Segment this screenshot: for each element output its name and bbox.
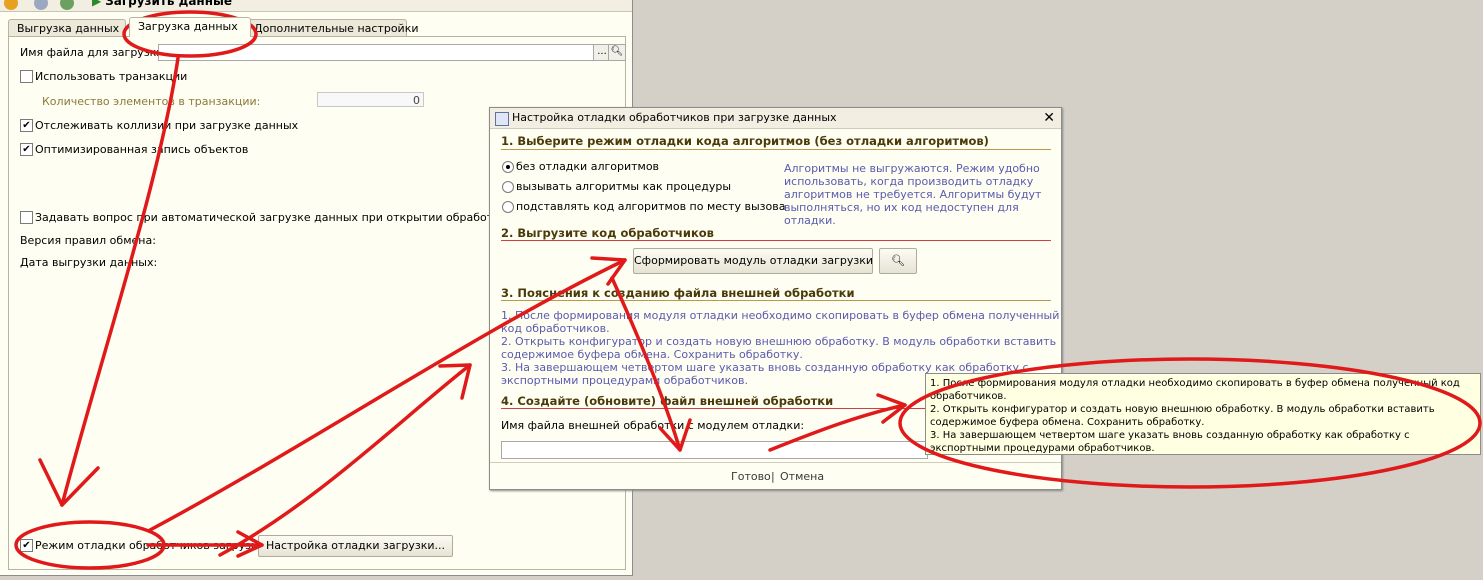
magnifier-icon: 🔍︎ (891, 254, 905, 267)
export-date-label: Дата выгрузки данных: (20, 256, 158, 269)
use-transactions-label: Использовать транзакции (35, 70, 188, 83)
use-transactions-checkbox[interactable] (20, 70, 33, 83)
help-icon[interactable] (4, 0, 18, 10)
tool-icon[interactable] (34, 0, 48, 10)
optimized-write-checkbox[interactable]: ✔ (20, 143, 33, 156)
items-in-transaction-label: Количество элементов в транзакции: (42, 95, 261, 108)
tab-additional-settings[interactable]: Дополнительные настройки (245, 19, 419, 37)
tab-load[interactable]: Загрузка данных (129, 17, 251, 37)
section-1-rule (501, 149, 1051, 150)
filename-input[interactable] (158, 44, 594, 61)
debug-mode-checkbox[interactable]: ✔ (20, 539, 33, 552)
section-1-heading: 1. Выберите режим отладки кода алгоритмо… (501, 134, 989, 148)
tooltip-line-2: 2. Открыть конфигуратор и создать новую … (930, 404, 1435, 428)
radio-as-procedures[interactable] (502, 181, 514, 193)
tooltip-line-3: 3. На завершающем четвертом шаге указать… (930, 430, 1410, 454)
dialog-title-bar: Настройка отладки обработчиков при загру… (490, 108, 1061, 129)
track-collisions-label: Отслеживать коллизии при загрузке данных (35, 119, 299, 132)
tooltip-line-1: 1. После формирования модуля отладки нео… (930, 378, 1460, 402)
explanation-tooltip: 1. После формирования модуля отладки нео… (925, 373, 1481, 455)
radio-as-procedures-label: вызывать алгоритмы как процедуры (516, 180, 732, 193)
debug-mode-label: Режим отладки обработчиков загрузки (35, 539, 265, 552)
radio-no-debug[interactable] (502, 161, 514, 173)
footer-rule (490, 462, 1061, 463)
rules-version-label: Версия правил обмена: (20, 234, 156, 247)
done-button[interactable]: Готово (731, 470, 771, 483)
search-icon[interactable]: 🔍︎ (608, 44, 626, 61)
close-icon[interactable]: ✕ (1043, 108, 1055, 128)
items-in-transaction-input[interactable]: 0 (317, 92, 424, 107)
load-data-button[interactable]: ▶ Загрузить данные (92, 0, 232, 8)
ext-file-label: Имя файла внешней обработки с модулем от… (501, 419, 805, 432)
dialog-icon (495, 112, 509, 126)
ask-on-autoload-label: Задавать вопрос при автоматической загру… (35, 211, 507, 224)
radio-inline-code-label: подставлять код алгоритмов по месту вызо… (516, 200, 786, 213)
section-3-rule (501, 300, 1051, 301)
ask-on-autoload-checkbox[interactable] (20, 211, 33, 224)
toolbar: ▶ Загрузить данные (0, 0, 632, 12)
ext-file-input[interactable] (501, 441, 928, 459)
view-module-button[interactable]: 🔍︎ (879, 248, 917, 274)
section-1-note: Алгоритмы не выгружаются. Режим удобно и… (784, 162, 1042, 227)
section-2-heading: 2. Выгрузите код обработчиков (501, 226, 714, 240)
radio-inline-code[interactable] (502, 201, 514, 213)
tab-export[interactable]: Выгрузка данных (8, 19, 126, 37)
generate-debug-module-button[interactable]: Сформировать модуль отладки загрузки (633, 248, 873, 274)
section-3-heading: 3. Пояснения к созданию файла внешней об… (501, 286, 855, 300)
export-icon[interactable] (60, 0, 74, 10)
load-data-label: Загрузить данные (105, 0, 233, 8)
cancel-button[interactable]: Отмена (780, 470, 824, 483)
section-4-heading: 4. Создайте (обновите) файл внешней обра… (501, 394, 834, 408)
radio-no-debug-label: без отладки алгоритмов (516, 160, 660, 173)
play-icon: ▶ (92, 0, 102, 8)
filename-label: Имя файла для загрузки: (20, 46, 168, 59)
footer-separator: | (771, 470, 775, 483)
track-collisions-checkbox[interactable]: ✔ (20, 119, 33, 132)
dialog-title: Настройка отладки обработчиков при загру… (512, 111, 837, 124)
debug-settings-button[interactable]: Настройка отладки загрузки... (258, 535, 453, 557)
optimized-write-label: Оптимизированная запись объектов (35, 143, 249, 156)
section-2-rule (501, 240, 1051, 241)
